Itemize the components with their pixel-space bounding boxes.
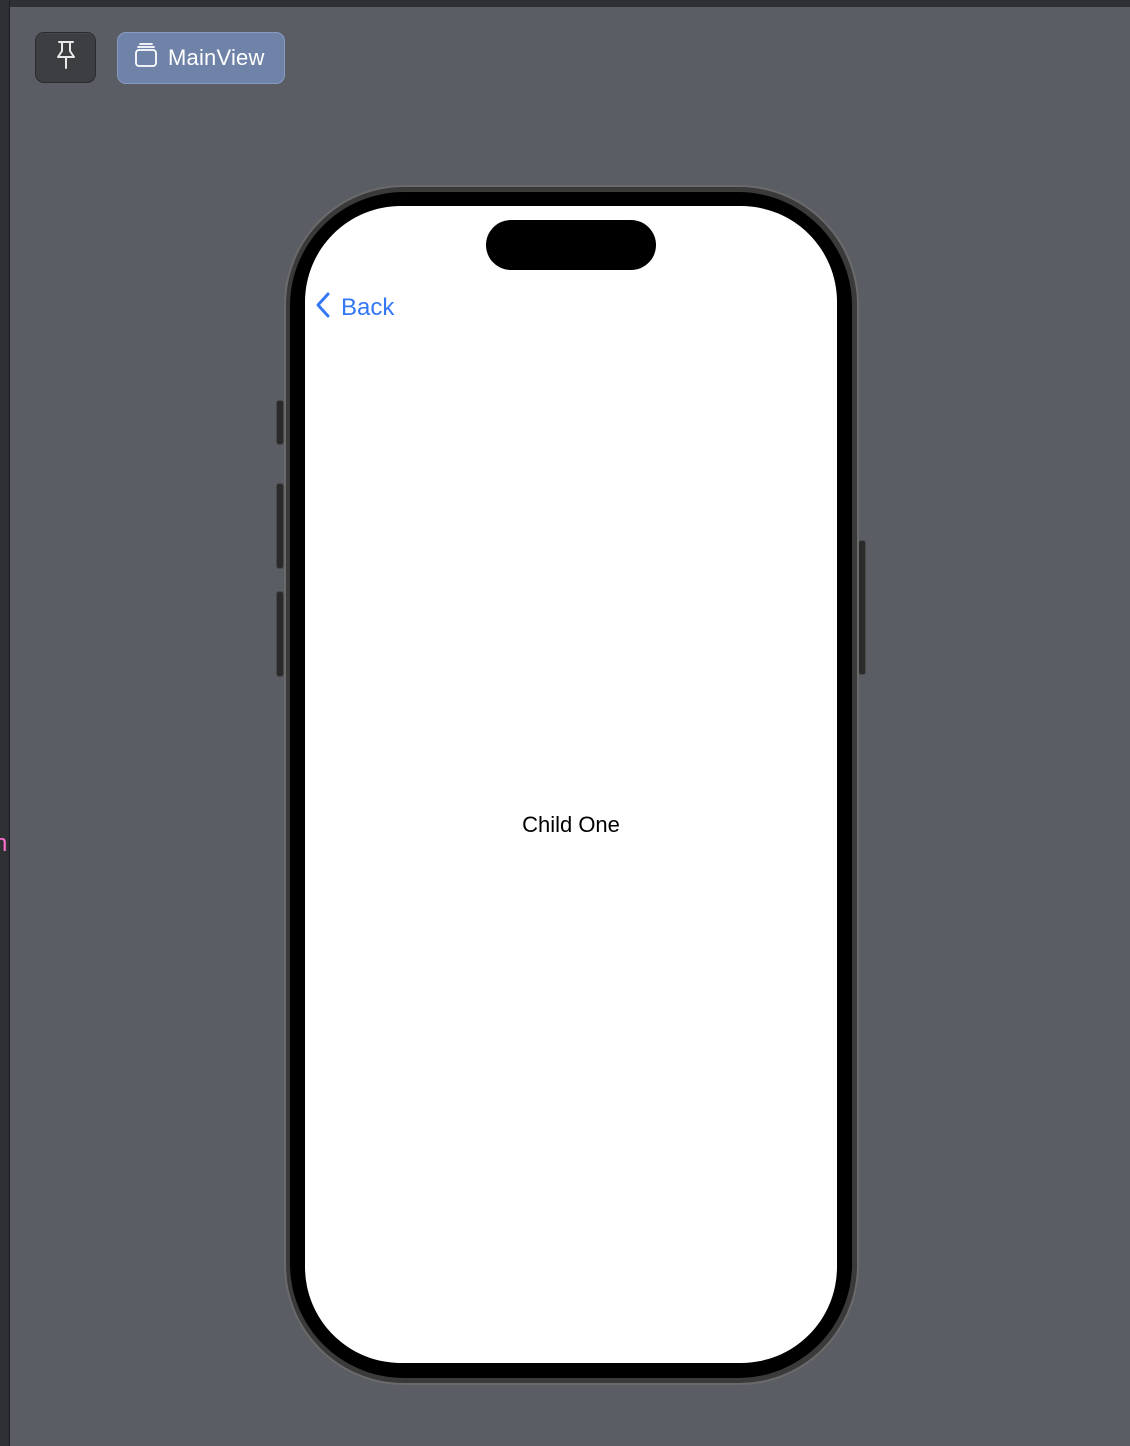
- left-panel-divider: [9, 0, 10, 1446]
- content-text: Child One: [522, 812, 620, 837]
- main-view-button[interactable]: MainView: [117, 32, 285, 84]
- volume-up-button: [276, 483, 284, 569]
- phone-screen: [305, 206, 837, 1363]
- chevron-left-icon: [315, 291, 331, 326]
- top-edge: [0, 0, 1130, 7]
- main-view-label: MainView: [168, 45, 265, 70]
- dynamic-island: [486, 220, 656, 270]
- clipped-side-text: n: [0, 830, 8, 857]
- back-label: Back: [341, 294, 395, 321]
- back-button[interactable]: Back: [315, 292, 394, 324]
- action-button: [276, 400, 284, 445]
- preview-canvas: n MainView Back Child One: [0, 0, 1130, 1446]
- stack-icon: [134, 42, 158, 74]
- volume-down-button: [276, 591, 284, 677]
- left-panel-edge: [0, 0, 9, 1446]
- pin-preview-button[interactable]: [35, 32, 96, 83]
- power-button: [858, 540, 866, 675]
- pin-icon: [54, 40, 78, 75]
